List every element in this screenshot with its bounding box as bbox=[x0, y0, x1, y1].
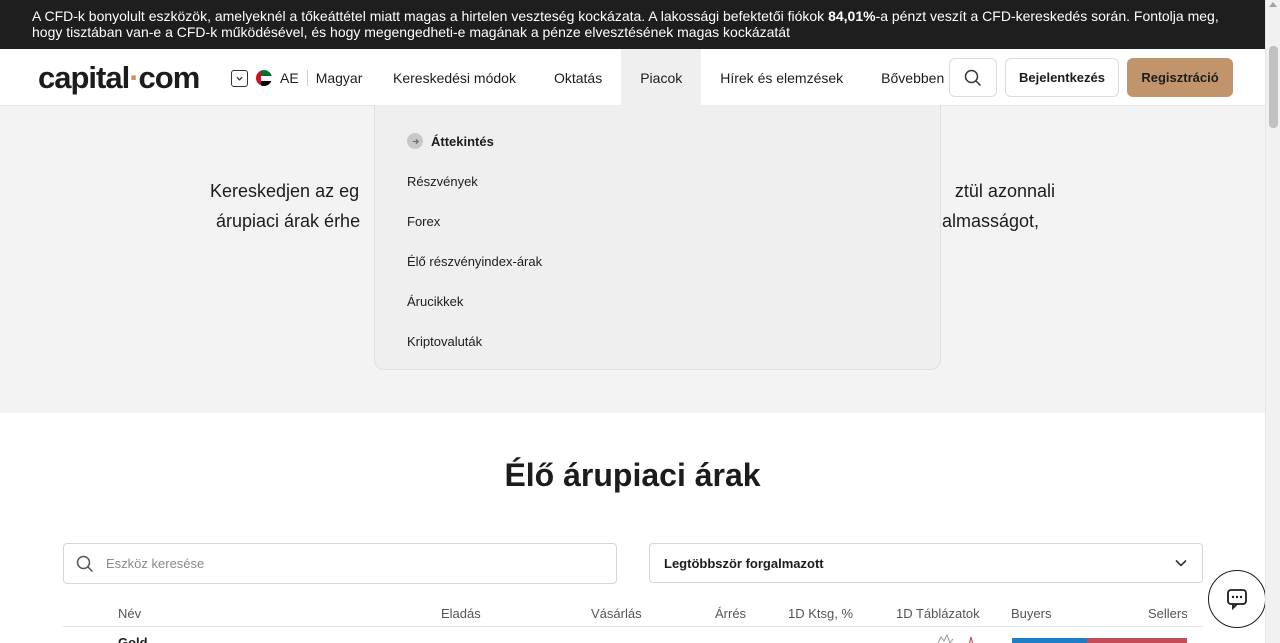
chat-icon bbox=[1227, 589, 1247, 610]
asset-search-box[interactable] bbox=[63, 543, 617, 584]
menu-item-label: Áttekintés bbox=[431, 133, 494, 149]
nav-markets[interactable]: Piacok bbox=[621, 49, 702, 106]
hero-line-1-right: ztül azonnali bbox=[954, 181, 1055, 201]
capital-com-logo[interactable]: capital·com bbox=[38, 60, 201, 96]
register-button[interactable]: Regisztráció bbox=[1127, 58, 1233, 97]
sort-select-value: Legtöbbször forgalmazott bbox=[664, 555, 824, 571]
site-header: capital·com AE Magyar Kereskedési módok … bbox=[0, 49, 1265, 106]
logo-dot: · bbox=[129, 60, 139, 95]
search-icon bbox=[964, 69, 982, 86]
chevron-down-icon bbox=[1175, 559, 1187, 567]
column-sell[interactable]: Eladás bbox=[441, 606, 481, 621]
table-header: Név Eladás Vásárlás Árrés 1D Ktsg, % 1D … bbox=[63, 603, 1203, 627]
hero-line-1-left: Kereskedjen az eg bbox=[210, 181, 360, 201]
menu-item-commodities[interactable]: Árucikkek bbox=[407, 281, 908, 321]
column-1d-chart: 1D Táblázatok bbox=[896, 606, 980, 621]
sort-select[interactable]: Legtöbbször forgalmazott bbox=[649, 543, 1203, 583]
main-nav: Kereskedési módok Oktatás Piacok Hírek é… bbox=[374, 49, 963, 106]
asset-search-input[interactable] bbox=[106, 556, 586, 571]
column-buy[interactable]: Vásárlás bbox=[591, 606, 642, 621]
search-button[interactable] bbox=[949, 58, 997, 97]
page-scrollbar[interactable] bbox=[1265, 0, 1280, 643]
scrollbar-thumb[interactable] bbox=[1269, 46, 1278, 128]
login-button[interactable]: Bejelentkezés bbox=[1005, 58, 1119, 97]
logo-right: com bbox=[138, 60, 201, 95]
region-code: AE bbox=[280, 70, 299, 86]
column-name[interactable]: Név bbox=[118, 606, 141, 621]
sparkline-chart bbox=[937, 633, 974, 643]
search-icon bbox=[76, 555, 94, 572]
buyers-bar bbox=[1012, 638, 1087, 643]
arrow-right-icon bbox=[407, 133, 423, 149]
asset-name[interactable]: Gold bbox=[118, 635, 148, 643]
chat-button[interactable] bbox=[1208, 570, 1266, 628]
risk-percent: 84,01% bbox=[828, 8, 876, 24]
column-1d-change[interactable]: 1D Ktsg, % bbox=[788, 606, 853, 621]
scroll-up-icon[interactable] bbox=[1269, 2, 1277, 7]
logo-left: capital bbox=[38, 60, 130, 95]
section-title: Élő árupiaci árak bbox=[504, 457, 761, 493]
menu-item-overview[interactable]: Áttekintés bbox=[407, 129, 908, 153]
nav-education[interactable]: Oktatás bbox=[535, 49, 621, 106]
menu-item-shares[interactable]: Részvények bbox=[407, 161, 908, 201]
hero-line-2-right: almasságot, bbox=[941, 211, 1039, 231]
hero-line-2-left: árupiaci árak érhe bbox=[216, 211, 361, 231]
risk-warning-banner: A CFD-k bonyolult eszközök, amelyeknél a… bbox=[0, 0, 1265, 49]
sellers-bar bbox=[1087, 638, 1187, 643]
divider bbox=[306, 70, 308, 86]
nav-news-analysis[interactable]: Hírek és elemzések bbox=[701, 49, 862, 106]
column-buyers: Buyers bbox=[1011, 606, 1052, 621]
uae-flag-icon bbox=[256, 70, 272, 86]
markets-dropdown-menu: Áttekintés Részvények Forex Élő részvény… bbox=[374, 105, 941, 370]
risk-text-start: A CFD-k bonyolult eszközök, amelyeknél a… bbox=[32, 8, 829, 24]
column-spread[interactable]: Árrés bbox=[715, 606, 746, 621]
region-language-selector[interactable]: AE Magyar bbox=[231, 67, 362, 89]
column-sellers: Sellers bbox=[1148, 606, 1188, 621]
menu-item-indices[interactable]: Élő részvényindex-árak bbox=[407, 241, 908, 281]
language-label[interactable]: Magyar bbox=[316, 70, 363, 86]
menu-item-crypto[interactable]: Kriptovaluták bbox=[407, 321, 908, 361]
menu-item-forex[interactable]: Forex bbox=[407, 201, 908, 241]
nav-trading-modes[interactable]: Kereskedési módok bbox=[374, 49, 535, 106]
chevron-down-icon[interactable] bbox=[231, 69, 248, 87]
table-row[interactable]: Gold bbox=[63, 627, 1203, 643]
